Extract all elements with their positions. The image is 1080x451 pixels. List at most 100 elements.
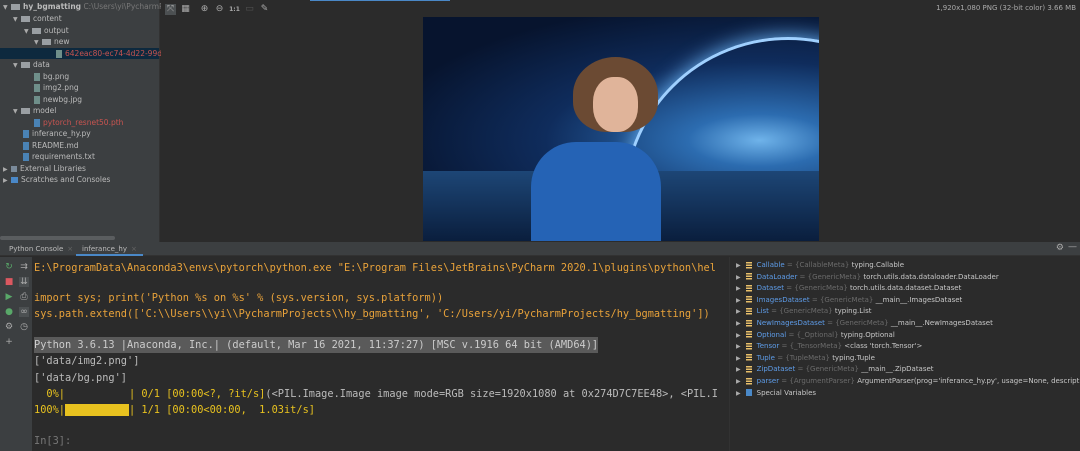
project-tree: ▼ hy_bgmatting C:\Users\yi\PycharmProje ▼…: [0, 0, 178, 242]
expand-arrow-icon[interactable]: ▶: [736, 332, 741, 339]
equals: =: [795, 365, 806, 374]
variable-type: {TupleMeta}: [785, 353, 830, 362]
special-variables-row[interactable]: ▶ Special Variables: [736, 388, 816, 400]
preview-image: [423, 17, 819, 241]
variable-row[interactable]: ▶ parser = {ArgumentParser} ArgumentParse…: [736, 376, 1080, 388]
close-tab-icon[interactable]: ×: [131, 245, 137, 253]
expand-arrow-icon: ▼: [13, 108, 18, 115]
expand-arrow-icon[interactable]: ▶: [736, 262, 741, 269]
console-output[interactable]: E:\ProgramData\Anaconda3\envs\pytorch\py…: [32, 257, 730, 451]
variable-row[interactable]: ▶ ImagesDataset = {GenericMeta} __main__.…: [736, 295, 962, 307]
background-icon[interactable]: ▭: [244, 4, 255, 15]
zoom-out-icon[interactable]: ⊖: [214, 4, 225, 15]
python-file-icon: [23, 130, 29, 138]
variable-name: Dataset: [756, 284, 785, 293]
image-file-icon: [34, 95, 40, 104]
variable-value: typing.Callable: [851, 261, 905, 269]
tree-item-content[interactable]: ▼ content: [0, 13, 159, 24]
minimize-icon[interactable]: —: [1068, 242, 1077, 252]
scroll-to-end-icon[interactable]: ⇊: [19, 277, 29, 287]
actual-size-button[interactable]: 1:1: [229, 4, 240, 15]
image-person-face: [593, 77, 638, 132]
field-icon: [745, 296, 752, 304]
variable-row[interactable]: ▶ Callable = {CallableMeta} typing.Callab…: [736, 260, 904, 272]
gear-icon[interactable]: ⚙: [1056, 243, 1064, 253]
image-info: 1,920x1,080 PNG (32-bit color) 3.66 MB: [936, 4, 1076, 12]
zoom-in-icon[interactable]: ⊕: [199, 4, 210, 15]
variable-row[interactable]: ▶ Tensor = {_TensorMeta} <class 'torch.Te…: [736, 341, 922, 353]
expand-arrow-icon[interactable]: ▶: [736, 378, 741, 385]
tree-item-requirements[interactable]: requirements.txt: [0, 151, 159, 162]
expand-arrow-icon[interactable]: ▶: [736, 274, 741, 281]
expand-arrow-icon[interactable]: ▶: [736, 366, 741, 373]
tree-item-img2[interactable]: img2.png: [0, 82, 159, 93]
tree-item-bg[interactable]: bg.png: [0, 71, 159, 82]
variable-name: parser: [756, 377, 780, 385]
equals: =: [779, 342, 790, 351]
print-icon[interactable]: ⎙: [19, 292, 29, 302]
tree-item-inferance[interactable]: inferance_hy.py: [0, 128, 159, 139]
horizontal-scrollbar[interactable]: [0, 236, 115, 240]
folder-icon: [21, 62, 30, 68]
tree-item-output-image[interactable]: 642eac80-ec74-4d22-99d9-5: [0, 47, 174, 59]
folder-icon: [11, 4, 20, 10]
expand-arrow-icon[interactable]: ▶: [736, 343, 741, 350]
expand-arrow-icon[interactable]: ▶: [736, 308, 741, 315]
variable-row[interactable]: ▶ NewImagesDataset = {GenericMeta} __main…: [736, 318, 993, 330]
tree-item-scratches[interactable]: ▶ Scratches and Consoles: [0, 174, 159, 185]
tree-item-external-libraries[interactable]: ▶ External Libraries: [0, 163, 159, 174]
expand-arrow-icon[interactable]: ▼: [3, 2, 11, 13]
variable-row[interactable]: ▶ Tuple = {TupleMeta} typing.Tuple: [736, 353, 875, 365]
expand-arrow-icon[interactable]: ▶: [736, 355, 741, 362]
variable-row[interactable]: ▶ Optional = {_Optional} typing.Optional: [736, 330, 895, 342]
variable-row[interactable]: ▶ Dataset = {GenericMeta} torch.utils.dat…: [736, 283, 961, 295]
folder-icon: [21, 16, 30, 22]
settings-icon[interactable]: ⚙: [4, 322, 14, 332]
tree-item-newbg[interactable]: newbg.jpg: [0, 94, 159, 105]
variable-name: Tuple: [756, 353, 775, 362]
tree-item-output[interactable]: ▼ output: [0, 25, 159, 36]
equals: =: [768, 307, 780, 316]
run-icon[interactable]: ▶: [4, 292, 14, 302]
tree-item-readme[interactable]: README.md: [0, 140, 159, 151]
add-icon[interactable]: +: [4, 337, 14, 347]
rerun-icon[interactable]: ↻: [4, 262, 14, 272]
variable-row[interactable]: ▶ DataLoader = {GenericMeta} torch.utils.…: [736, 272, 999, 284]
active-editor-indicator: [310, 0, 450, 1]
console-prompt[interactable]: In[3]:: [34, 433, 71, 449]
expand-arrow-icon[interactable]: ▶: [736, 390, 741, 397]
progress-line-100: 100%| | 1/1 [00:00<00:00, 1.03it/s]: [34, 404, 315, 416]
image-viewer-toolbar: ⤧ ▦ ⊕ ⊖ 1:1 ▭ ✎: [165, 2, 270, 16]
variable-row[interactable]: ▶ ZipDataset = {GenericMeta} __main__.Zip…: [736, 364, 934, 376]
expand-arrow-icon[interactable]: ▶: [736, 297, 741, 304]
stop-icon[interactable]: ■: [4, 277, 14, 287]
tree-root[interactable]: ▼ hy_bgmatting C:\Users\yi\PycharmProje: [0, 1, 178, 13]
variable-name: ZipDataset: [756, 365, 796, 374]
show-variables-icon[interactable]: ∞: [19, 307, 29, 317]
tab-inferance-hy[interactable]: inferance_hy ×: [76, 242, 143, 256]
variable-type: {CallableMeta}: [795, 261, 850, 269]
fit-zoom-icon[interactable]: ⤧: [165, 3, 176, 15]
variable-name: List: [756, 307, 769, 316]
tree-item-new[interactable]: ▼ new: [0, 36, 159, 47]
history-icon[interactable]: ◷: [19, 322, 29, 332]
variable-row[interactable]: ▶ List = {GenericMeta} typing.List: [736, 306, 872, 318]
tree-item-model[interactable]: ▼ model: [0, 105, 159, 116]
debug-icon[interactable]: ●: [4, 307, 14, 317]
tab-python-console[interactable]: Python Console ×: [3, 242, 79, 256]
close-tab-icon[interactable]: ×: [67, 245, 73, 253]
variable-value: typing.Tuple: [832, 353, 875, 362]
variable-value: __main__.NewImagesDataset: [890, 319, 993, 327]
expand-arrow-icon[interactable]: ▶: [736, 285, 741, 292]
expand-arrow-icon[interactable]: ▶: [736, 320, 741, 327]
variable-name: Tensor: [756, 342, 780, 351]
tree-item-model-file[interactable]: pytorch_resnet50.pth: [0, 117, 159, 128]
grid-icon[interactable]: ▦: [180, 4, 191, 15]
soft-wrap-icon[interactable]: ⇉: [19, 262, 29, 272]
tree-item-data[interactable]: ▼ data: [0, 59, 159, 70]
image-file-icon: [56, 49, 62, 58]
variable-type: {GenericMeta}: [779, 307, 833, 316]
color-picker-icon[interactable]: ✎: [259, 4, 270, 15]
variable-value: __main__.ZipDataset: [861, 365, 934, 374]
equals: =: [786, 330, 797, 339]
